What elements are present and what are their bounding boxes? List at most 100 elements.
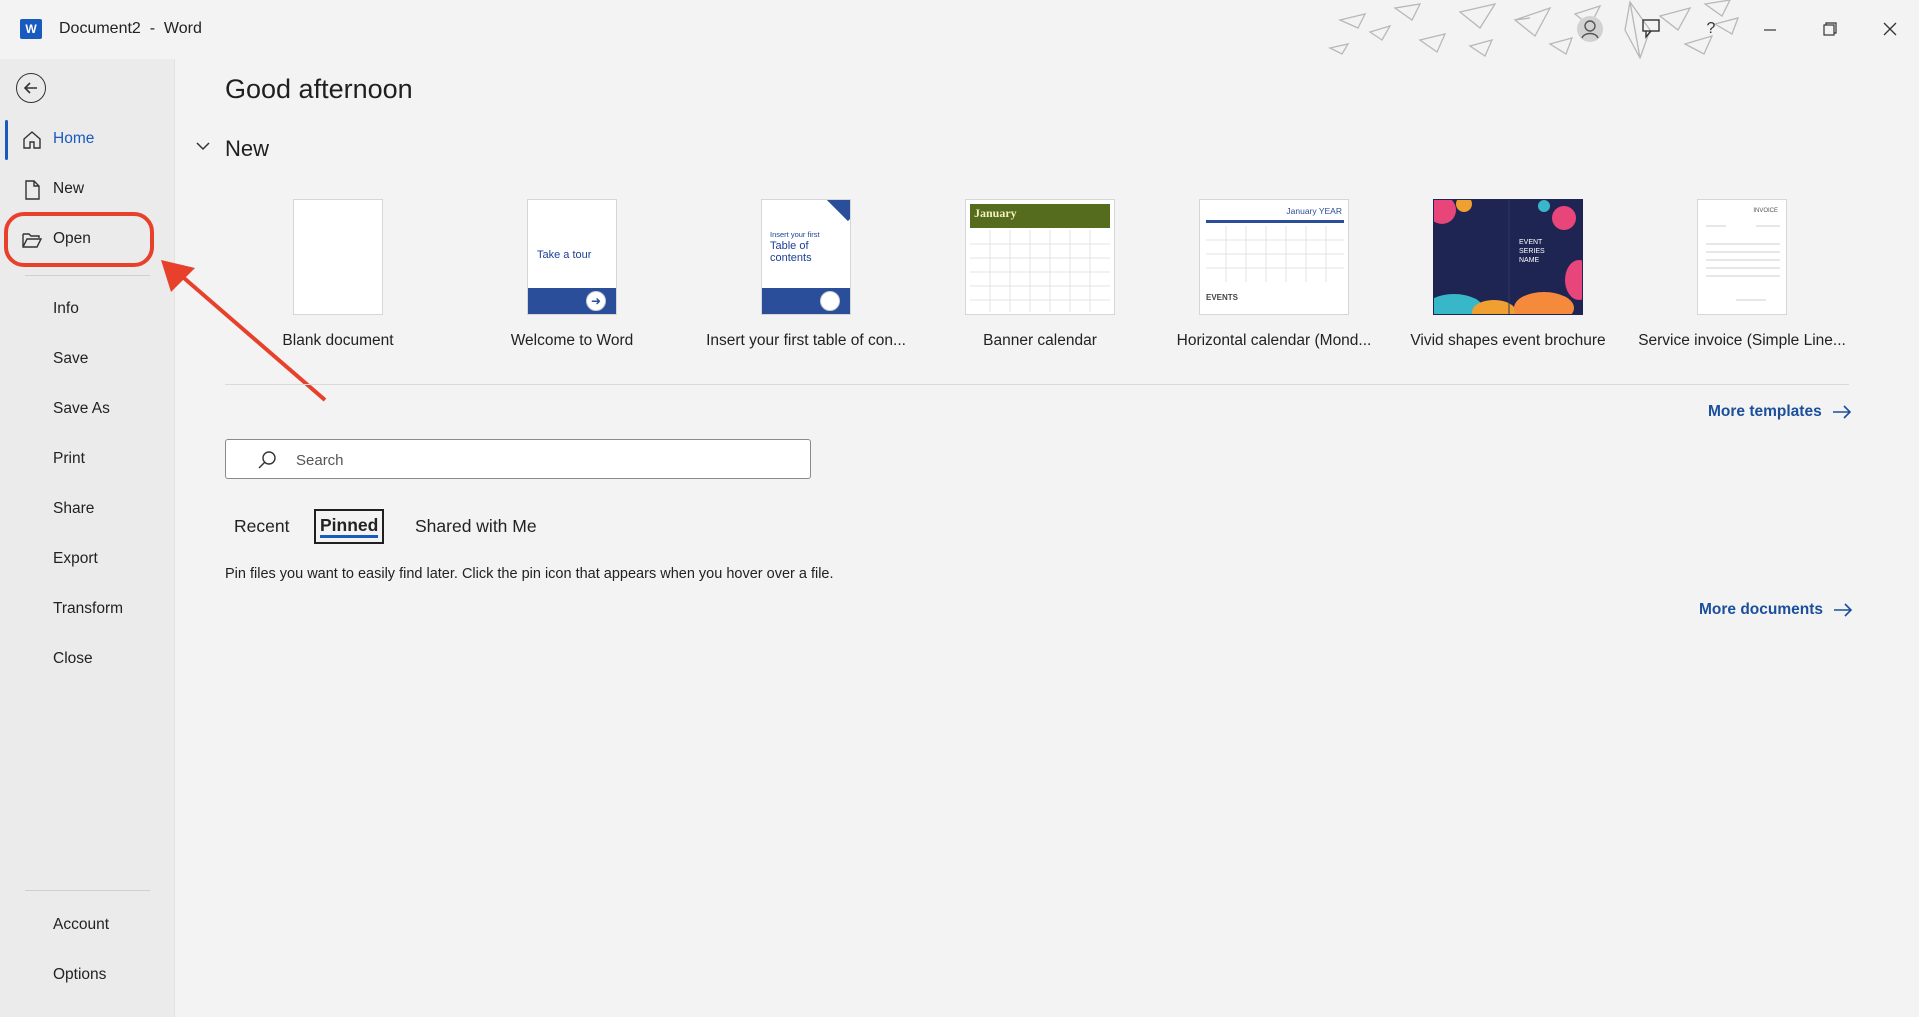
template-thumbnail: INVOICE [1697,199,1787,315]
open-folder-icon [22,233,43,248]
sidebar-item-label: Save [53,350,89,367]
arrow-right-icon [1832,405,1851,419]
template-name: Banner calendar [983,332,1097,349]
template-vivid-shapes-brochure[interactable]: EVENT SERIES NAME Vivid shapes event bro… [1398,199,1618,350]
sidebar-item-open[interactable]: Open [0,218,175,262]
thumb-caption: January [974,206,1017,220]
link-label: More documents [1699,601,1824,618]
brochure-shapes [1434,200,1582,314]
sidebar-item-label: Open [53,230,91,247]
sidebar-item-close[interactable]: Close [0,638,175,682]
new-section-title: New [225,136,270,161]
sidebar-item-label: Transform [53,600,124,617]
backstage-sidebar: Home New Open Info Save Save As Print Sh… [0,59,175,1017]
template-name: Welcome to Word [510,332,634,349]
sidebar-item-label: Print [53,450,85,467]
title-bar: W Document2 - Word ? [0,0,1919,59]
template-name: Blank document [282,332,394,349]
tab-selected-underline [320,535,379,538]
search-box[interactable] [225,439,811,479]
thumb-caption-small: Insert your first [770,230,820,239]
template-thumbnail: January YEAR EVENTS [1199,199,1349,315]
home-pane: Good afternoon New Blank document Take a… [176,59,1919,1017]
feedback-icon[interactable] [1636,14,1666,44]
template-table-of-contents[interactable]: Insert your first Table of contents Inse… [696,199,916,350]
sidebar-item-share[interactable]: Share [0,488,175,532]
sidebar-item-label: Options [53,966,107,983]
corner-ribbon [823,200,850,222]
sidebar-item-options[interactable]: Options [0,954,175,998]
new-document-icon [25,180,40,200]
thumb-caption: EVENT SERIES NAME [1519,239,1545,264]
sidebar-item-label: Info [53,300,79,317]
sidebar-item-new[interactable]: New [0,168,175,212]
more-templates-link[interactable]: More templates [1708,403,1852,421]
sidebar-item-label: Save As [53,400,110,417]
sidebar-item-label: Export [53,550,98,567]
sidebar-item-print[interactable]: Print [0,438,175,482]
title-bar-decoration [1328,0,1740,59]
sidebar-divider [25,275,150,276]
thumb-caption: January YEAR [1286,206,1342,216]
help-icon[interactable]: ? [1696,14,1726,44]
thumb-caption-events: EVENTS [1206,293,1239,302]
tab-shared-with-me[interactable]: Shared with Me [415,516,537,537]
sidebar-item-label: Home [53,130,95,147]
template-name: Horizontal calendar (Mond... [1176,332,1372,349]
restore-icon[interactable] [1815,14,1845,44]
home-icon [23,131,41,149]
arrow-right-icon: ➜ [586,291,606,311]
calendar-grid [970,230,1110,312]
window-title: Document2 - Word [59,20,202,37]
sidebar-item-export[interactable]: Export [0,538,175,582]
template-thumbnail: Insert your first Table of contents [761,199,851,315]
word-app-icon: W [20,19,48,39]
thumb-caption: Table of contents [770,240,812,264]
sidebar-item-transform[interactable]: Transform [0,588,175,632]
sidebar-divider [25,890,150,891]
sidebar-item-label: Account [53,916,110,933]
template-name: Service invoice (Simple Line... [1638,332,1846,349]
template-thumbnail: EVENT SERIES NAME [1433,199,1583,315]
template-thumbnail: Take a tour ➜ [527,199,617,315]
template-banner-calendar[interactable]: January Banner calendar [930,199,1150,350]
close-icon[interactable] [1875,14,1905,44]
sidebar-item-info[interactable]: Info [0,288,175,332]
greeting-heading: Good afternoon [225,74,413,104]
more-documents-link[interactable]: More documents [1699,601,1853,619]
invoice-lines [1706,225,1780,301]
sidebar-item-home[interactable]: Home [0,118,175,162]
template-service-invoice[interactable]: INVOICE Service invoice (Simple Line... [1632,199,1852,350]
arrow-right-icon [1834,603,1853,617]
template-welcome-to-word[interactable]: Take a tour ➜ Welcome to Word [462,199,682,350]
chevron-down-icon[interactable] [196,141,210,151]
thumb-caption: Take a tour [537,249,592,261]
thumb-caption: INVOICE [1753,208,1778,214]
template-horizontal-calendar[interactable]: January YEAR EVENTS Horizontal calendar … [1164,199,1384,350]
sidebar-item-label: Close [53,650,93,667]
calendar-grid [1206,226,1344,282]
table-icon [820,291,840,311]
back-arrow-icon[interactable] [16,73,46,103]
search-icon [258,451,276,469]
search-input[interactable] [296,449,786,471]
calendar-rule [1206,220,1344,223]
sidebar-item-label: New [53,180,85,197]
minimize-icon[interactable] [1755,14,1785,44]
pinned-empty-hint: Pin files you want to easily find later.… [225,566,834,582]
template-name: Vivid shapes event brochure [1410,332,1606,349]
template-thumbnail: January [965,199,1115,315]
sidebar-item-account[interactable]: Account [0,904,175,948]
template-thumbnail [293,199,383,315]
template-blank-document[interactable]: Blank document [228,199,448,350]
sidebar-item-save[interactable]: Save [0,338,175,382]
tab-recent[interactable]: Recent [234,516,289,537]
account-icon[interactable] [1575,14,1605,44]
sidebar-item-save-as[interactable]: Save As [0,388,175,432]
sidebar-item-label: Share [53,500,95,517]
section-divider [225,384,1849,385]
link-label: More templates [1708,403,1822,420]
tab-pinned[interactable]: Pinned [314,509,385,544]
tab-label: Pinned [320,515,379,535]
template-name: Insert your first table of con... [706,332,906,349]
